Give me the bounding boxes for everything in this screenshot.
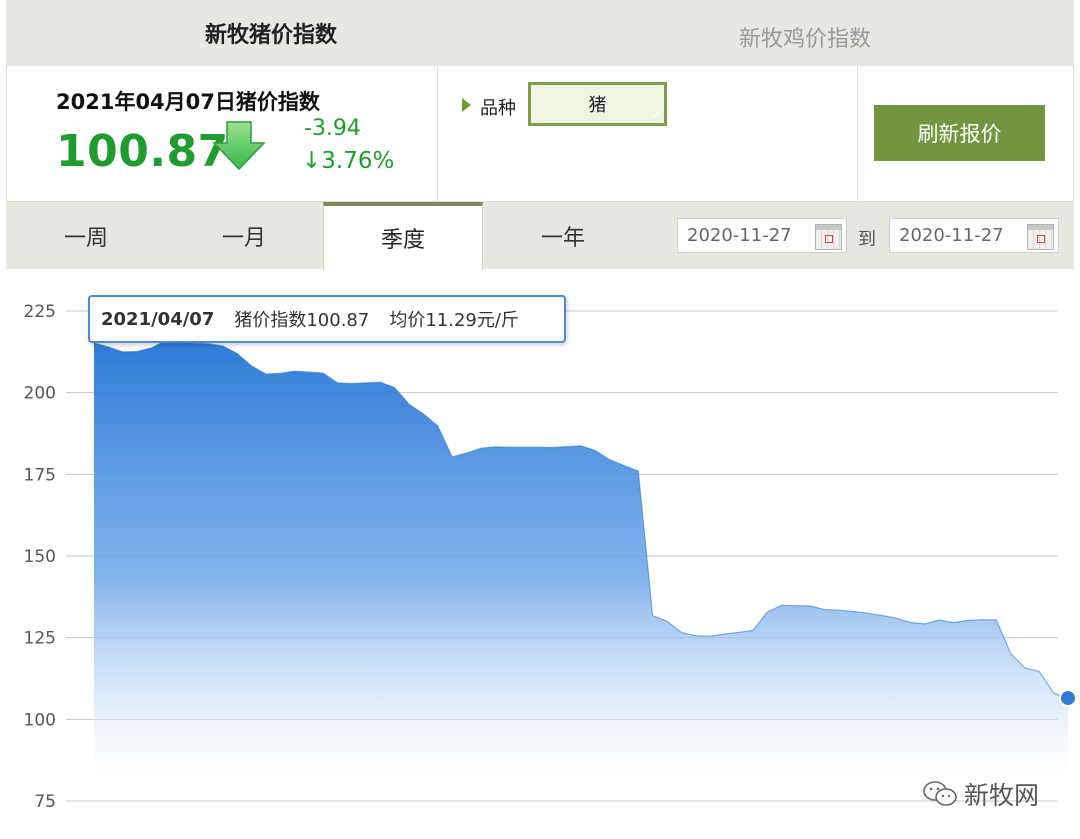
variety-selected-value: 猪 xyxy=(588,95,607,116)
triangle-right-icon xyxy=(462,98,471,112)
tooltip-index: 猪价指数100.87 xyxy=(234,310,370,331)
y-tick-label: 100 xyxy=(24,710,56,730)
period-tab-year[interactable]: 一年 xyxy=(483,202,643,269)
end-date-value: 2020-11-27 xyxy=(899,225,1004,246)
period-tab-quarter[interactable]: 季度 xyxy=(323,202,483,270)
calendar-icon[interactable] xyxy=(1027,224,1054,250)
index-value: 100.87 xyxy=(56,126,229,177)
start-date-value: 2020-11-27 xyxy=(687,225,792,246)
tooltip-price: 均价11.29元/斤 xyxy=(389,310,519,331)
wechat-icon xyxy=(923,781,957,806)
highlighted-data-point[interactable] xyxy=(1059,689,1077,708)
end-date-input[interactable]: 2020-11-27 xyxy=(889,218,1059,253)
watermark-text: 新牧网 xyxy=(964,781,1040,810)
watermark: 新牧网 xyxy=(922,776,1039,812)
date-range-to-label: 到 xyxy=(858,229,876,250)
y-tick-label: 200 xyxy=(24,384,56,404)
calendar-icon[interactable] xyxy=(815,224,842,250)
y-tick-label: 125 xyxy=(24,629,56,649)
y-tick-label: 175 xyxy=(24,465,56,485)
variety-label: 品种 xyxy=(480,98,516,119)
tab-chicken-index[interactable]: 新牧鸡价指数 xyxy=(536,0,1074,66)
down-arrow-icon xyxy=(212,121,266,171)
refresh-price-button[interactable]: 刷新报价 xyxy=(874,105,1045,161)
change-value: -3.94 xyxy=(304,116,361,141)
divider xyxy=(857,66,858,202)
tab-pig-index[interactable]: 新牧猪价指数 xyxy=(6,0,536,66)
start-date-input[interactable]: 2020-11-27 xyxy=(677,218,847,253)
check-icon: ✓ xyxy=(650,108,661,122)
period-tab-month[interactable]: 一月 xyxy=(164,202,324,269)
tooltip-date: 2021/04/07 xyxy=(101,308,215,330)
y-tick-label: 75 xyxy=(34,792,56,812)
change-percent: ↓3.76% xyxy=(302,148,395,174)
y-tick-label: 225 xyxy=(24,302,56,322)
period-tab-week[interactable]: 一周 xyxy=(6,202,166,269)
y-tick-label: 150 xyxy=(24,547,56,567)
chart-tooltip: 2021/04/07 猪价指数100.87 均价11.29元/斤 xyxy=(88,295,566,343)
pig-price-area-chart: 75 100 125 150 175 200 225 xyxy=(24,302,1077,812)
series-area xyxy=(94,340,1068,776)
divider xyxy=(437,66,438,202)
index-date-label: 2021年04月07日猪价指数 xyxy=(56,90,320,114)
variety-select[interactable]: 猪 ✓ xyxy=(528,82,667,126)
